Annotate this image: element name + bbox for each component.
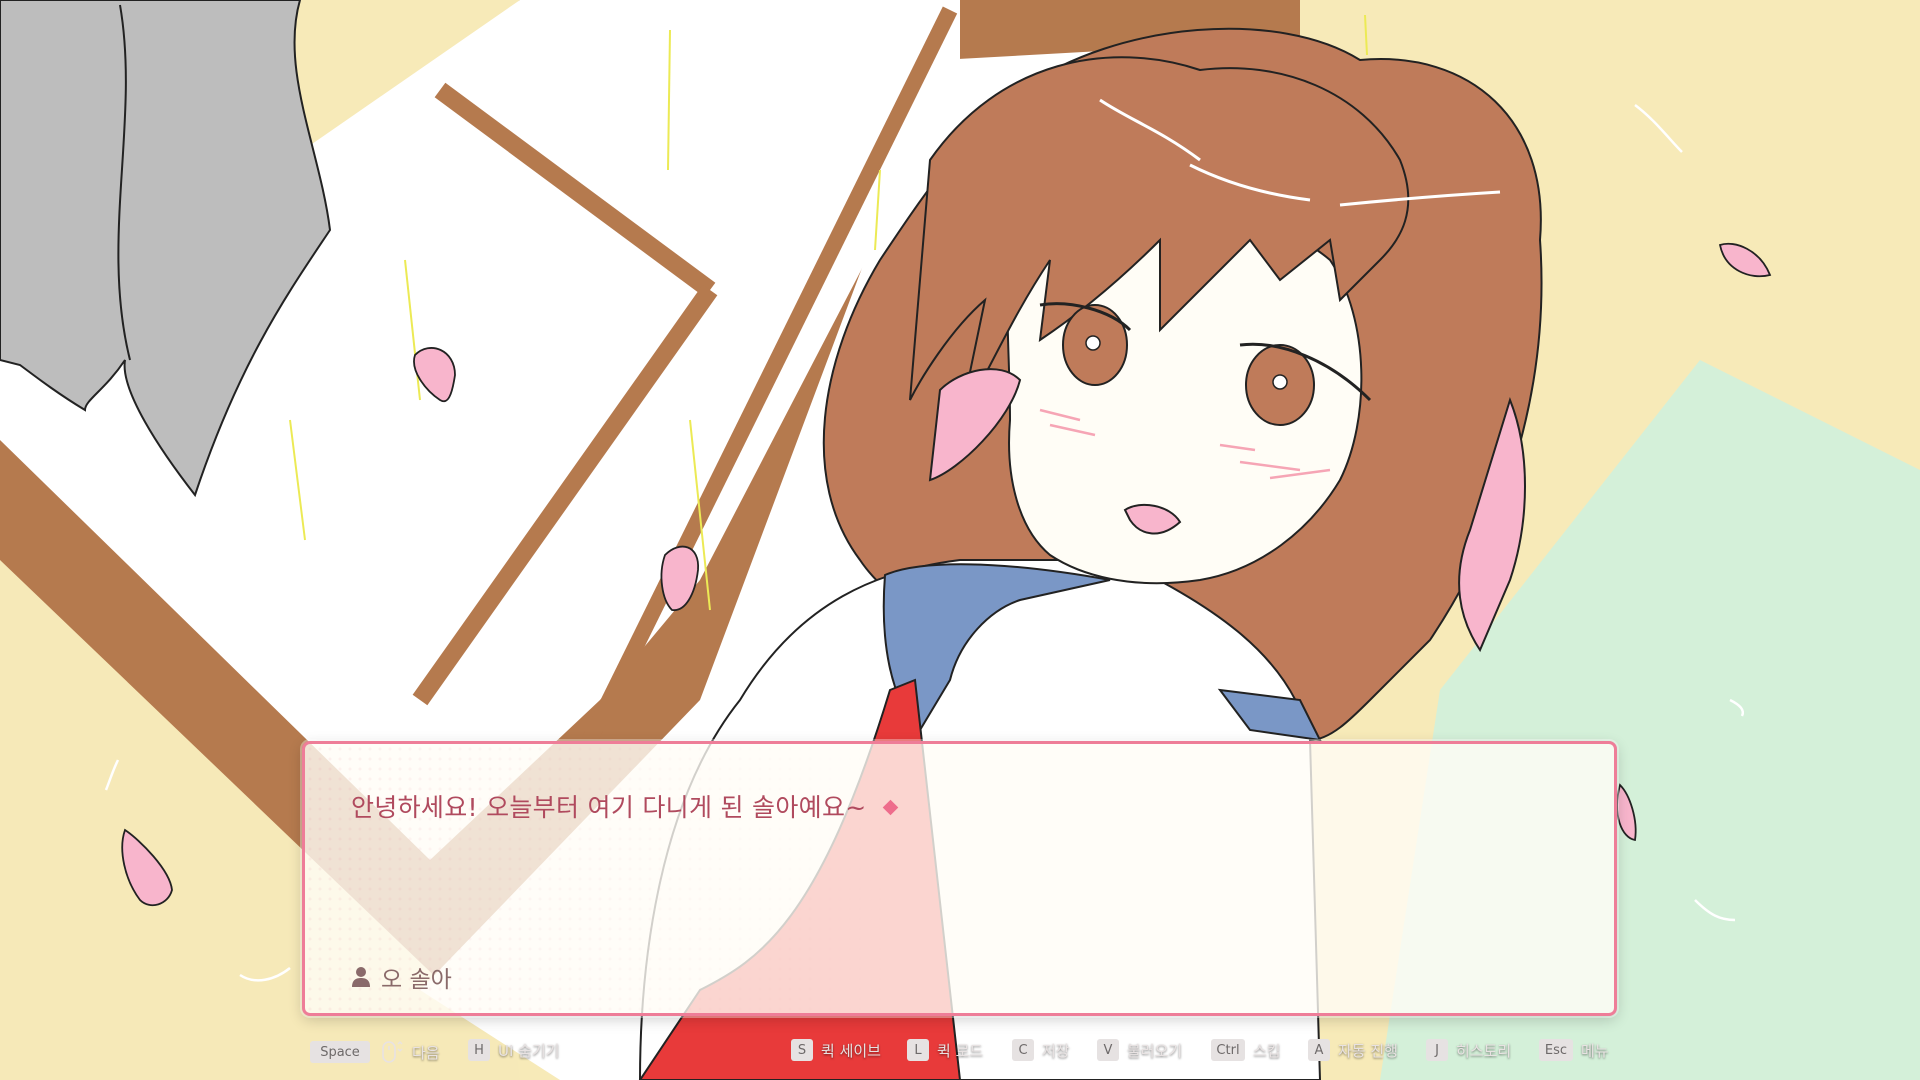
key-h: H: [468, 1039, 490, 1061]
dialogue-text: 안녕하세요! 오늘부터 여기 다니게 된 솔아예요~: [351, 793, 867, 822]
key-j: J: [1426, 1039, 1448, 1061]
hint-save[interactable]: C 저장: [1012, 1039, 1070, 1061]
speaker-name: 오 솔아: [381, 967, 452, 993]
key-v: V: [1097, 1039, 1119, 1061]
key-s: S: [791, 1039, 813, 1061]
hint-quick-save[interactable]: S 퀵 세이브: [791, 1039, 881, 1061]
key-esc: Esc: [1539, 1039, 1573, 1061]
hint-quick-load[interactable]: L 퀵 로드: [907, 1039, 983, 1061]
dialogue-box[interactable]: 안녕하세요! 오늘부터 여기 다니게 된 솔아예요~ 오 솔아: [302, 741, 1617, 1016]
hint-auto-label: 자동 진행: [1338, 1041, 1398, 1060]
hint-load-label: 불러오기: [1127, 1041, 1183, 1060]
speaker-name-row: 오 솔아: [351, 960, 452, 994]
hint-skip-label: 스킵: [1253, 1041, 1281, 1060]
hint-quick-save-label: 퀵 세이브: [821, 1041, 881, 1060]
control-hint-bar: Space 다음 H UI 숨기기 S 퀵 세이브 L 퀵 로드 C 저장 V …: [0, 1030, 1920, 1070]
hint-save-label: 저장: [1042, 1041, 1070, 1060]
hint-next-label: 다음: [412, 1043, 440, 1062]
key-space: Space: [310, 1041, 370, 1063]
hint-menu[interactable]: Esc 메뉴: [1539, 1039, 1609, 1061]
hint-menu-label: 메뉴: [1581, 1041, 1609, 1060]
person-icon: [352, 967, 370, 987]
key-a: A: [1308, 1039, 1330, 1061]
hint-quick-load-label: 퀵 로드: [937, 1041, 984, 1060]
hint-auto[interactable]: A 자동 진행: [1308, 1039, 1398, 1061]
key-ctrl: Ctrl: [1211, 1039, 1245, 1061]
hint-hide-ui[interactable]: H UI 숨기기: [468, 1039, 560, 1061]
hint-hide-ui-label: UI 숨기기: [498, 1041, 560, 1060]
hint-skip[interactable]: Ctrl 스킵: [1211, 1039, 1281, 1061]
dialogue-text-row: 안녕하세요! 오늘부터 여기 다니게 된 솔아예요~: [351, 788, 898, 824]
hint-next[interactable]: Space 다음: [310, 1039, 440, 1065]
diamond-icon: [882, 799, 898, 815]
hint-history[interactable]: J 히스토리: [1426, 1039, 1511, 1061]
key-c: C: [1012, 1039, 1034, 1061]
key-l: L: [907, 1039, 929, 1061]
hint-history-label: 히스토리: [1456, 1041, 1512, 1060]
mouse-icon: [382, 1041, 403, 1063]
hint-load[interactable]: V 불러오기: [1097, 1039, 1182, 1061]
